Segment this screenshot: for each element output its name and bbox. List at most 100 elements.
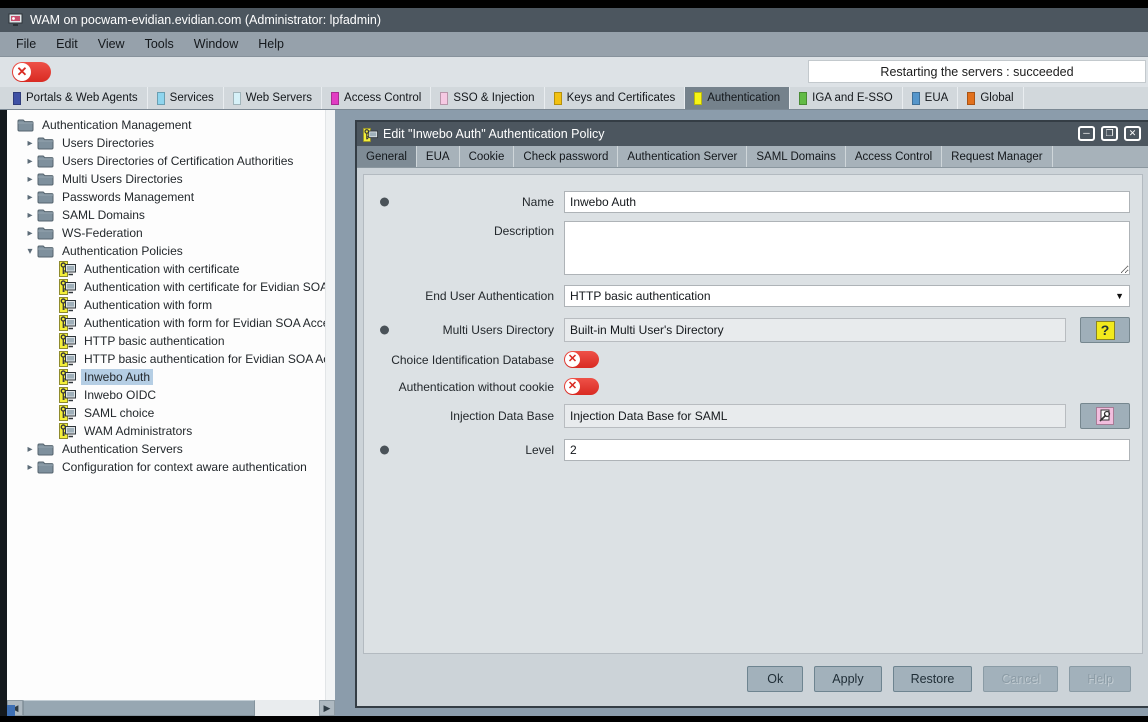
- authentication-policy-icon: [59, 261, 76, 277]
- expander-icon[interactable]: [23, 174, 37, 185]
- expander-icon[interactable]: [23, 228, 37, 239]
- dialog-button[interactable]: Apply: [814, 666, 881, 692]
- dialog-button-label: Apply: [832, 672, 863, 686]
- menu-item[interactable]: Window: [184, 32, 248, 56]
- main-tab[interactable]: Web Servers: [224, 87, 322, 109]
- tree-item[interactable]: Multi Users Directories: [7, 170, 325, 188]
- browse-injection-database-button[interactable]: [1080, 403, 1130, 429]
- menu-item-label: View: [98, 37, 125, 51]
- dialog-tab[interactable]: Check password: [514, 146, 618, 167]
- main-tab-bar: Portals & Web Agents Services Web Server…: [0, 87, 1148, 110]
- close-icon[interactable]: ✕: [1124, 126, 1141, 141]
- folder-icon: [37, 225, 54, 241]
- folder-icon: [37, 153, 54, 169]
- tree-item[interactable]: SAML Domains: [7, 206, 325, 224]
- restore-icon[interactable]: ❐: [1101, 126, 1118, 141]
- dialog-tab[interactable]: Cookie: [460, 146, 515, 167]
- main-tab-label: Portals & Web Agents: [26, 92, 138, 104]
- authentication-policy-icon: [59, 405, 76, 421]
- tree-item[interactable]: Passwords Management: [7, 188, 325, 206]
- multi-users-directory-field[interactable]: Built-in Multi User's Directory: [564, 318, 1066, 342]
- choice-identification-database-toggle[interactable]: ✕: [564, 351, 599, 368]
- main-tab[interactable]: EUA: [903, 87, 959, 109]
- dialog-button[interactable]: Cancel: [983, 666, 1058, 692]
- tree-item[interactable]: Authentication Management: [7, 116, 325, 134]
- tree-item[interactable]: HTTP basic authentication: [7, 332, 325, 350]
- expander-icon[interactable]: [23, 156, 37, 167]
- tree-item[interactable]: WAM Administrators: [7, 422, 325, 440]
- main-tab[interactable]: Global: [958, 87, 1023, 109]
- edit-policy-dialog: Edit "Inwebo Auth" Authentication Policy…: [355, 120, 1148, 708]
- tree-item[interactable]: HTTP basic authentication for Evidian SO…: [7, 350, 325, 368]
- main-tab-label: Web Servers: [246, 92, 312, 104]
- tree-item[interactable]: SAML choice: [7, 404, 325, 422]
- dialog-button[interactable]: Restore: [893, 666, 973, 692]
- dialog-tab[interactable]: SAML Domains: [747, 146, 845, 167]
- expander-icon[interactable]: [23, 192, 37, 203]
- tree-item[interactable]: Users Directories of Certification Autho…: [7, 152, 325, 170]
- tree-item[interactable]: Authentication Servers: [7, 440, 325, 458]
- server-stop-toggle-icon[interactable]: ✕: [12, 62, 51, 82]
- expander-icon[interactable]: [23, 462, 37, 473]
- menu-item[interactable]: Edit: [46, 32, 88, 56]
- tree-item[interactable]: Authentication with certificate for Evid…: [7, 278, 325, 296]
- choice-identification-database-row: Choice Identification Database ✕: [368, 351, 1136, 368]
- end-user-authentication-select[interactable]: HTTP basic authentication ▼: [564, 285, 1130, 307]
- dialog-tab[interactable]: Request Manager: [942, 146, 1052, 167]
- main-tab[interactable]: Access Control: [322, 87, 431, 109]
- tree-item[interactable]: Authentication with form: [7, 296, 325, 314]
- authentication-without-cookie-row: Authentication without cookie ✕: [368, 378, 1136, 395]
- dialog-button[interactable]: Ok: [747, 666, 803, 692]
- tree-item-label: WAM Administrators: [81, 423, 195, 439]
- description-textarea[interactable]: [564, 221, 1130, 275]
- tree-item[interactable]: Users Directories: [7, 134, 325, 152]
- level-input[interactable]: [564, 439, 1130, 461]
- main-tab[interactable]: Authentication: [685, 87, 790, 109]
- dialog-button[interactable]: Help: [1069, 666, 1131, 692]
- minimize-icon[interactable]: ─: [1078, 126, 1095, 141]
- dialog-tab[interactable]: EUA: [417, 146, 460, 167]
- dialog-tab[interactable]: Access Control: [846, 146, 942, 167]
- injection-data-base-field[interactable]: Injection Data Base for SAML: [564, 404, 1066, 428]
- dialog-titlebar: Edit "Inwebo Auth" Authentication Policy…: [357, 122, 1148, 146]
- menu-item[interactable]: Tools: [135, 32, 184, 56]
- dialog-tab[interactable]: General: [357, 146, 417, 167]
- expander-icon[interactable]: [23, 246, 37, 257]
- tree-item[interactable]: Authentication Policies: [7, 242, 325, 260]
- folder-icon: [37, 135, 54, 151]
- dialog-tab[interactable]: Authentication Server: [618, 146, 747, 167]
- authentication-policy-icon: [59, 351, 76, 367]
- main-tab[interactable]: Keys and Certificates: [545, 87, 686, 109]
- tree-item[interactable]: Inwebo Auth: [7, 368, 325, 386]
- main-tab[interactable]: SSO & Injection: [431, 87, 544, 109]
- tree-item-label: SAML choice: [81, 405, 157, 421]
- expander-icon[interactable]: [23, 444, 37, 455]
- scrollbar-thumb[interactable]: [23, 700, 255, 716]
- tree-item[interactable]: Authentication with form for Evidian SOA…: [7, 314, 325, 332]
- menu-item[interactable]: Help: [248, 32, 294, 56]
- tree-item[interactable]: Inwebo OIDC: [7, 386, 325, 404]
- menu-item[interactable]: File: [6, 32, 46, 56]
- description-label: Description: [368, 221, 564, 238]
- main-tab[interactable]: Portals & Web Agents: [4, 87, 148, 109]
- main-tab[interactable]: Services: [148, 87, 224, 109]
- tree-item-label: Inwebo OIDC: [81, 387, 159, 403]
- authentication-without-cookie-toggle[interactable]: ✕: [564, 378, 599, 395]
- name-input[interactable]: [564, 191, 1130, 213]
- multi-users-directory-row: Multi Users Directory Built-in Multi Use…: [368, 317, 1136, 343]
- tab-color-swatch-icon: [554, 92, 562, 105]
- scroll-right-arrow-icon[interactable]: ▶: [319, 700, 335, 716]
- authentication-without-cookie-label: Authentication without cookie: [368, 380, 564, 394]
- tree-item[interactable]: Configuration for context aware authenti…: [7, 458, 325, 476]
- authentication-policy-icon: [59, 279, 76, 295]
- expander-icon[interactable]: [23, 138, 37, 149]
- directory-help-button[interactable]: ?: [1080, 317, 1130, 343]
- tree-item[interactable]: Authentication with certificate: [7, 260, 325, 278]
- tree-item[interactable]: WS-Federation: [7, 224, 325, 242]
- menu-item[interactable]: View: [88, 32, 135, 56]
- main-tab[interactable]: IGA and E-SSO: [790, 87, 903, 109]
- expander-icon[interactable]: [23, 210, 37, 221]
- scrollbar-track[interactable]: [255, 700, 319, 716]
- authentication-policy-icon: [59, 333, 76, 349]
- tree-vertical-scrollbar[interactable]: [325, 110, 335, 700]
